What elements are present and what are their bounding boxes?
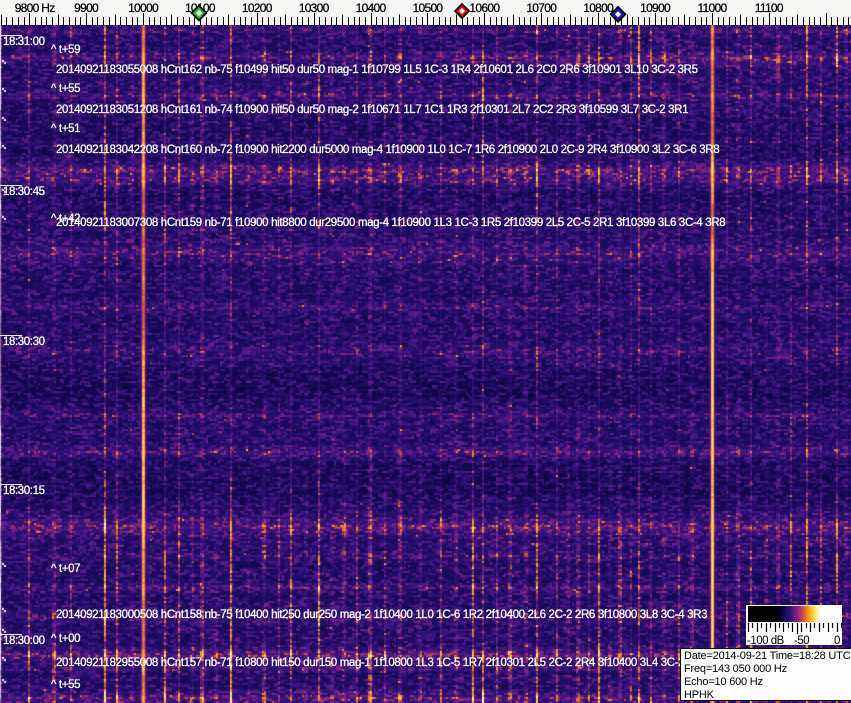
svg-text:0: 0 [834,635,840,645]
svg-text:10000: 10000 [128,1,159,15]
svg-text:-50: -50 [794,635,809,645]
svg-text:10200: 10200 [242,1,273,15]
svg-text:-100 dB: -100 dB [747,635,785,645]
svg-text:11000: 11000 [697,1,727,15]
svg-text:10600: 10600 [469,1,500,15]
svg-text:9900: 9900 [74,1,99,15]
svg-text:9800 Hz: 9800 Hz [15,1,55,15]
svg-text:10400: 10400 [356,1,387,15]
svg-text:10700: 10700 [526,1,557,15]
svg-text:10300: 10300 [299,1,330,15]
svg-text:10800: 10800 [583,1,614,15]
svg-text:10500: 10500 [413,1,444,15]
svg-text:10900: 10900 [640,1,671,15]
svg-text:11100: 11100 [755,1,784,15]
